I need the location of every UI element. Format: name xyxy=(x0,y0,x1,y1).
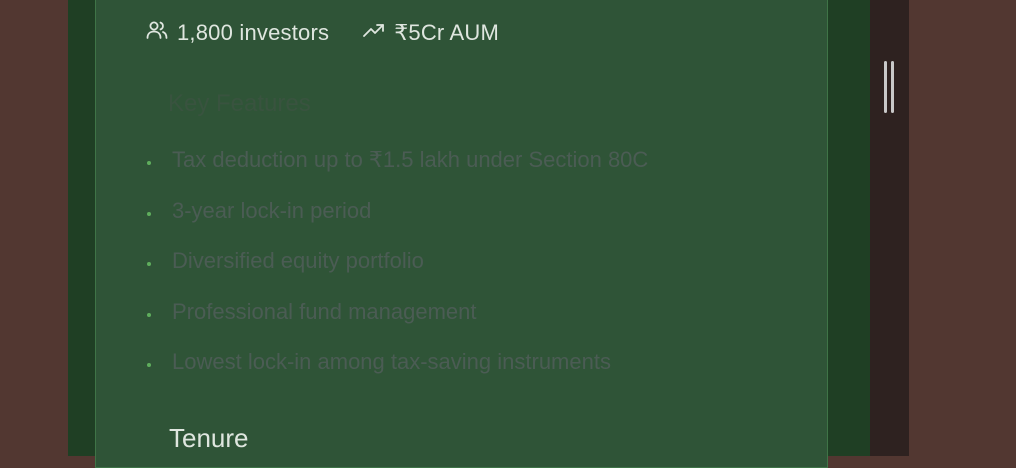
feature-text: Tax deduction up to ₹1.5 lakh under Sect… xyxy=(172,147,649,172)
scrollbar-thumb[interactable] xyxy=(891,61,894,113)
scrollbar-thumb[interactable] xyxy=(884,61,887,113)
investors-count: 1,800 investors xyxy=(177,20,330,45)
list-item: Lowest lock-in among tax-saving instrume… xyxy=(145,347,648,398)
users-icon xyxy=(145,18,177,48)
tenure-label: Tenure xyxy=(169,423,249,453)
stats-row: 1,800 investors ₹5Cr AUM xyxy=(145,18,499,48)
investors-stat: 1,800 investors xyxy=(145,18,329,48)
key-features-list: Tax deduction up to ₹1.5 lakh under Sect… xyxy=(145,145,648,398)
list-item: Tax deduction up to ₹1.5 lakh under Sect… xyxy=(145,145,648,196)
scrollbar[interactable] xyxy=(870,0,909,456)
list-item: Professional fund management xyxy=(145,297,648,348)
key-features-title: Key Features xyxy=(168,90,311,117)
trending-up-icon xyxy=(362,18,394,48)
feature-text: 3-year lock-in period xyxy=(172,197,372,223)
feature-text: Lowest lock-in among tax-saving instrume… xyxy=(172,349,611,374)
feature-text: Diversified equity portfolio xyxy=(172,248,424,273)
list-item: 3-year lock-in period xyxy=(145,196,648,247)
aum-value: ₹5Cr AUM xyxy=(394,20,500,45)
bullet-icon xyxy=(147,161,151,165)
list-item: Diversified equity portfolio xyxy=(145,246,648,297)
bullet-icon xyxy=(147,312,151,317)
aum-stat: ₹5Cr AUM xyxy=(362,18,499,48)
bullet-icon xyxy=(147,262,151,266)
bullet-icon xyxy=(147,363,151,367)
bullet-icon xyxy=(147,211,151,216)
feature-text: Professional fund management xyxy=(172,298,477,324)
